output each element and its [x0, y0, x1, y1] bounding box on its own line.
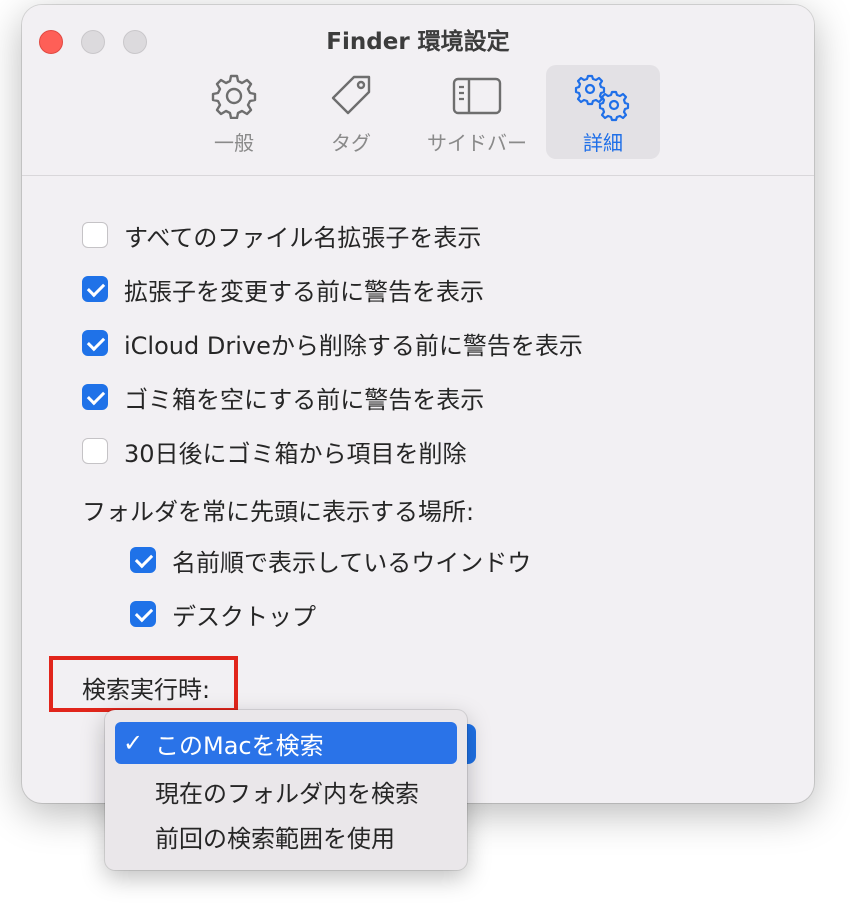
option-show-extensions[interactable]: すべてのファイル名拡張子を表示	[82, 218, 481, 252]
tab-advanced-label: 詳細	[583, 131, 623, 155]
menu-item-search-current-folder[interactable]: 現在のフォルダ内を検索	[115, 770, 457, 812]
tab-tags-label: タグ	[331, 131, 371, 155]
option-label: 名前順で表示しているウインドウ	[172, 548, 532, 577]
tab-sidebar-label: サイドバー	[427, 131, 527, 155]
folders-first-heading: フォルダを常に先頭に表示する場所:	[82, 498, 475, 526]
checkbox-folders-first-desktop[interactable]	[130, 601, 156, 627]
option-remove-trash-30-days[interactable]: 30日後にゴミ箱から項目を削除	[82, 434, 467, 468]
option-warn-empty-trash[interactable]: ゴミ箱を空にする前に警告を表示	[82, 380, 484, 414]
search-scope-menu: ✓ このMacを検索 現在のフォルダ内を検索 前回の検索範囲を使用	[105, 710, 467, 870]
menu-item-label: 現在のフォルダ内を検索	[155, 779, 419, 808]
gear-icon	[211, 74, 257, 119]
option-folders-first-windows[interactable]: 名前順で表示しているウインドウ	[130, 543, 531, 577]
gears-icon	[574, 74, 630, 122]
option-label: デスクトップ	[172, 602, 316, 631]
menu-item-label: このMacを検索	[155, 731, 324, 760]
option-label: iCloud Driveから削除する前に警告を表示	[124, 331, 583, 360]
menu-item-search-this-mac[interactable]: ✓ このMacを検索	[115, 722, 457, 764]
menu-item-use-previous-scope[interactable]: 前回の検索範囲を使用	[115, 815, 457, 857]
menu-item-label: 前回の検索範囲を使用	[155, 824, 395, 853]
tab-sidebar[interactable]: サイドバー	[420, 65, 534, 159]
tab-tags[interactable]: タグ	[294, 65, 408, 159]
tab-advanced[interactable]: 詳細	[546, 65, 660, 159]
toolbar: Finder 環境設定 一般 タグ サイドバー 詳細	[22, 5, 814, 176]
sidebar-icon	[452, 77, 502, 115]
window-title: Finder 環境設定	[326, 29, 510, 55]
option-label: すべてのファイル名拡張子を表示	[124, 223, 482, 252]
option-warn-extension-change[interactable]: 拡張子を変更する前に警告を表示	[82, 272, 484, 306]
option-label: 30日後にゴミ箱から項目を削除	[124, 439, 467, 468]
checkbox-warn-empty-trash[interactable]	[82, 384, 108, 410]
checkbox-folders-first-windows[interactable]	[130, 547, 156, 573]
option-label: 拡張子を変更する前に警告を表示	[124, 277, 484, 306]
checkbox-remove-trash-30-days[interactable]	[82, 438, 108, 464]
annotation-highlight-box	[49, 656, 238, 712]
checkbox-warn-icloud-remove[interactable]	[82, 330, 108, 356]
option-warn-icloud-remove[interactable]: iCloud Driveから削除する前に警告を表示	[82, 326, 583, 360]
checkbox-show-extensions[interactable]	[82, 222, 108, 248]
tab-general[interactable]: 一般	[177, 65, 291, 159]
checkbox-warn-extension-change[interactable]	[82, 276, 108, 302]
tab-general-label: 一般	[214, 131, 254, 155]
option-folders-first-desktop[interactable]: デスクトップ	[130, 597, 316, 631]
tag-icon	[331, 75, 371, 115]
checkmark-icon: ✓	[123, 729, 144, 757]
option-label: ゴミ箱を空にする前に警告を表示	[124, 385, 485, 414]
